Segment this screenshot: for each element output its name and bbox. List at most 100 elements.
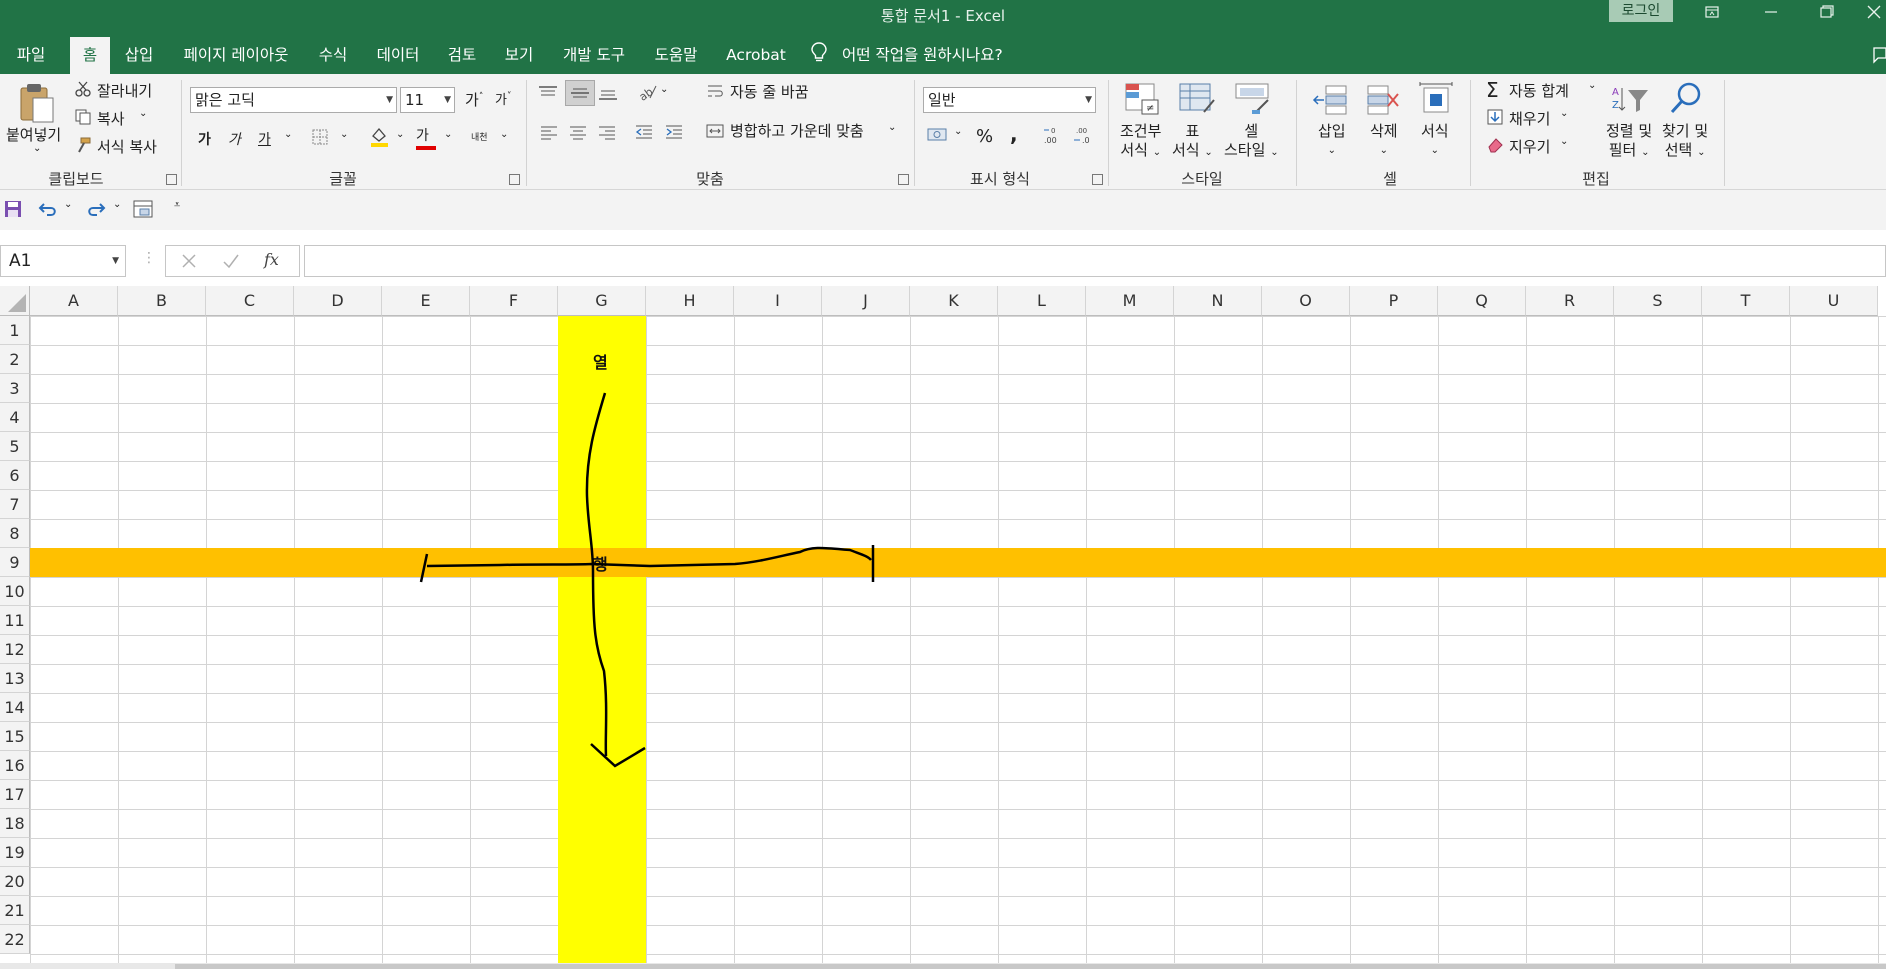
row-header[interactable]: 9 (0, 548, 30, 577)
align-left-icon[interactable] (539, 124, 559, 140)
row-header[interactable]: 21 (0, 896, 30, 925)
tab-page-layout[interactable]: 페이지 레이아웃 (176, 37, 296, 74)
column-header[interactable]: F (470, 286, 558, 316)
column-header[interactable]: Q (1438, 286, 1526, 316)
tab-developer[interactable]: 개발 도구 (556, 37, 632, 74)
paste-button[interactable]: 붙여넣기 (6, 124, 61, 145)
row-header[interactable]: 11 (0, 606, 30, 635)
row-header[interactable]: 5 (0, 432, 30, 461)
fill-color-chevron-icon[interactable]: ⌄ (396, 129, 404, 140)
lightbulb-icon[interactable] (810, 41, 828, 63)
underline-button[interactable]: 가 (258, 129, 271, 149)
paste-icon[interactable] (16, 82, 56, 124)
cancel-icon[interactable] (180, 252, 198, 270)
paste-dropdown-chevron-icon[interactable]: ⌄ (33, 143, 41, 154)
row-header[interactable]: 16 (0, 751, 30, 780)
merge-center-button[interactable]: 병합하고 가운데 맞춤 (730, 120, 864, 141)
tab-view[interactable]: 보기 (498, 37, 540, 74)
tab-home[interactable]: 홈 (70, 37, 110, 74)
fill-chevron-icon[interactable]: ⌄ (1560, 108, 1568, 119)
format-as-table-button[interactable]: 표 서식 ⌄ (1172, 122, 1213, 162)
align-bottom-icon[interactable] (597, 84, 619, 102)
column-header[interactable]: J (822, 286, 910, 316)
decrease-decimal-icon[interactable]: .00.0 (1072, 124, 1096, 146)
increase-indent-icon[interactable] (664, 124, 684, 140)
row-header[interactable]: 6 (0, 461, 30, 490)
align-top-icon[interactable] (537, 84, 559, 102)
undo-chevron-icon[interactable]: ⌄ (64, 199, 72, 210)
column-header[interactable]: M (1086, 286, 1174, 316)
login-button[interactable]: 로그인 (1609, 0, 1673, 22)
column-header[interactable]: T (1702, 286, 1790, 316)
border-icon[interactable] (311, 128, 329, 146)
column-header[interactable]: E (382, 286, 470, 316)
redo-icon[interactable] (84, 200, 106, 218)
autosum-chevron-icon[interactable]: ⌄ (1588, 80, 1596, 91)
insert-cells-button[interactable]: 삽입 ⌄ (1318, 122, 1346, 160)
tab-help[interactable]: 도움말 (648, 37, 704, 74)
cell-styles-button[interactable]: 셀 스타일 ⌄ (1224, 122, 1279, 162)
font-launcher-icon[interactable] (509, 174, 520, 185)
insert-cells-icon[interactable] (1312, 82, 1350, 116)
bold-button[interactable]: 가 (198, 129, 211, 149)
magnifier-icon[interactable] (1668, 80, 1704, 116)
form-icon[interactable] (133, 200, 153, 218)
row-header[interactable]: 18 (0, 809, 30, 838)
column-header[interactable]: O (1262, 286, 1350, 316)
cut-button[interactable]: 잘라내기 (97, 80, 152, 101)
orientation-icon[interactable]: ab (636, 82, 658, 102)
restore-icon[interactable] (1812, 2, 1842, 22)
conditional-format-icon[interactable]: ≠ (1124, 82, 1162, 116)
tab-formulas[interactable]: 수식 (312, 37, 354, 74)
row-header[interactable]: 13 (0, 664, 30, 693)
row-header[interactable]: 8 (0, 519, 30, 548)
copy-button[interactable]: 복사 (97, 108, 125, 129)
italic-button[interactable]: 가 (228, 129, 241, 149)
column-header[interactable]: G (558, 286, 646, 316)
close-icon[interactable] (1862, 2, 1886, 22)
number-format-select[interactable]: 일반 ▼ (923, 87, 1096, 113)
tell-me-search[interactable]: 어떤 작업을 원하시나요? (842, 37, 1003, 73)
select-all-button[interactable] (0, 286, 30, 316)
horizontal-scroll-thumb[interactable] (175, 964, 1886, 969)
sort-filter-icon[interactable]: AZ (1610, 82, 1650, 116)
column-header[interactable]: N (1174, 286, 1262, 316)
border-chevron-icon[interactable]: ⌄ (340, 129, 348, 140)
alignment-launcher-icon[interactable] (898, 174, 909, 185)
align-center-icon[interactable] (568, 124, 588, 140)
orientation-chevron-icon[interactable]: ⌄ (660, 84, 668, 95)
column-header[interactable]: U (1790, 286, 1878, 316)
increase-font-button[interactable]: 가˄ (465, 89, 483, 110)
tab-acrobat[interactable]: Acrobat (720, 37, 792, 74)
conditional-format-button[interactable]: 조건부 서식 ⌄ (1120, 122, 1161, 162)
column-header[interactable]: B (118, 286, 206, 316)
merge-chevron-icon[interactable]: ⌄ (888, 122, 896, 133)
phonetic-chevron-icon[interactable]: ⌄ (500, 129, 508, 140)
enter-icon[interactable] (222, 252, 240, 270)
name-box[interactable]: A1 ▼ (0, 245, 126, 277)
comma-button[interactable]: , (1010, 122, 1018, 146)
font-size-select[interactable]: 11 ▼ (400, 87, 455, 113)
fill-color-icon[interactable] (368, 126, 390, 148)
formula-input[interactable] (304, 245, 1886, 277)
column-header[interactable]: C (206, 286, 294, 316)
clear-button[interactable]: 지우기 (1509, 136, 1550, 157)
column-header[interactable]: L (998, 286, 1086, 316)
delete-cells-button[interactable]: 삭제 ⌄ (1370, 122, 1398, 160)
column-header[interactable]: A (30, 286, 118, 316)
column-header[interactable]: H (646, 286, 734, 316)
number-launcher-icon[interactable] (1092, 174, 1103, 185)
column-header[interactable]: S (1614, 286, 1702, 316)
delete-cells-icon[interactable] (1364, 82, 1402, 116)
wrap-text-button[interactable]: 자동 줄 바꿈 (730, 81, 809, 102)
redo-chevron-icon[interactable]: ⌄ (113, 199, 121, 210)
undo-icon[interactable] (38, 200, 60, 218)
format-painter-button[interactable]: 서식 복사 (97, 136, 157, 157)
column-header[interactable]: I (734, 286, 822, 316)
row-header[interactable]: 10 (0, 577, 30, 606)
format-cells-button[interactable]: 서식 ⌄ (1421, 122, 1449, 160)
row-header[interactable]: 15 (0, 722, 30, 751)
row-header[interactable]: 20 (0, 867, 30, 896)
row-header[interactable]: 22 (0, 925, 30, 954)
percent-button[interactable]: % (976, 126, 993, 147)
